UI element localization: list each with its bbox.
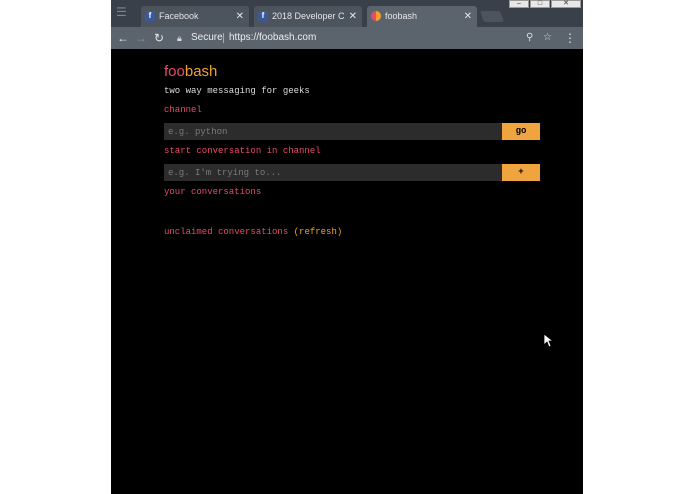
your-conversations-heading: your conversations xyxy=(164,187,262,197)
logo-bash: bash xyxy=(184,63,218,80)
close-icon[interactable]: ✕ xyxy=(236,6,244,27)
browser-menu-icon[interactable]: ⋮ xyxy=(564,30,576,46)
tab-menu-icon[interactable]: ☰ xyxy=(116,5,128,19)
address-toolbar: ← → ↻ 🔒︎ Secure https://foobash.com ⚲ ☆ … xyxy=(111,27,583,49)
message-input[interactable] xyxy=(164,164,503,181)
tab-developer-circles[interactable]: f 2018 Developer Circl ✕ xyxy=(254,6,362,27)
go-button[interactable]: go xyxy=(502,123,540,140)
maximize-button[interactable]: □ xyxy=(530,0,550,8)
tagline: two way messaging for geeks xyxy=(164,86,310,96)
add-conversation-button[interactable]: + xyxy=(502,164,540,181)
foobash-logo: foobash xyxy=(164,63,217,80)
refresh-link[interactable]: (refresh) xyxy=(294,227,343,237)
start-conversation-label: start conversation in channel xyxy=(164,146,321,156)
tab-title: Facebook xyxy=(159,11,199,21)
url-text: https://foobash.com xyxy=(229,32,317,43)
tab-title: foobash xyxy=(385,11,418,21)
new-tab-button[interactable] xyxy=(479,11,505,22)
tab-title: 2018 Developer Circl xyxy=(272,11,344,21)
foobash-icon xyxy=(371,11,381,21)
logo-foo: foo xyxy=(164,63,185,80)
zoom-icon[interactable]: ⚲ xyxy=(526,29,533,47)
secure-label: Secure xyxy=(191,32,223,43)
channel-input[interactable] xyxy=(164,123,503,140)
unclaimed-conversations-heading: unclaimed conversations (refresh) xyxy=(164,227,342,237)
address-bar[interactable]: 🔒︎ Secure https://foobash.com ⚲ ☆ xyxy=(171,29,552,47)
window-close-button[interactable]: ✕ xyxy=(551,0,581,8)
page-content: foobash two way messaging for geeks chan… xyxy=(111,49,583,494)
close-icon[interactable]: ✕ xyxy=(349,6,357,27)
mouse-pointer-icon xyxy=(544,334,554,348)
tab-strip: ☰ f Facebook ✕ f 2018 Developer Circl ✕ … xyxy=(111,0,583,27)
channel-label: channel xyxy=(164,105,202,115)
tab-facebook[interactable]: f Facebook ✕ xyxy=(141,6,249,27)
reload-icon[interactable]: ↻ xyxy=(152,30,166,46)
facebook-icon: f xyxy=(145,11,155,21)
browser-window: ☰ f Facebook ✕ f 2018 Developer Circl ✕ … xyxy=(111,0,583,494)
tab-foobash[interactable]: foobash ✕ xyxy=(367,6,477,27)
facebook-icon: f xyxy=(258,11,268,21)
close-icon[interactable]: ✕ xyxy=(464,6,472,27)
bookmark-star-icon[interactable]: ☆ xyxy=(543,29,552,47)
back-icon[interactable]: ← xyxy=(116,30,130,46)
divider xyxy=(223,33,224,43)
unclaimed-label: unclaimed conversations xyxy=(164,227,289,237)
minimize-button[interactable]: – xyxy=(509,0,529,8)
lock-icon: 🔒︎ xyxy=(177,33,182,43)
forward-icon[interactable]: → xyxy=(134,30,148,46)
